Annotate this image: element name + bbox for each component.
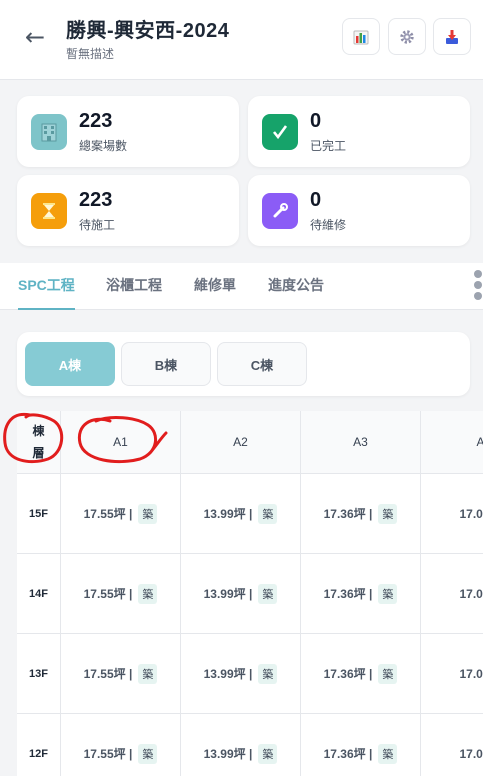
status-badge: 築 xyxy=(138,503,158,524)
unit-area: 17.55坪 | xyxy=(83,747,133,761)
building-button-a[interactable]: A棟 xyxy=(25,342,115,386)
gear-icon xyxy=(400,29,414,44)
unit-cell[interactable]: 13.99坪 | 築 xyxy=(181,634,301,713)
hourglass-icon xyxy=(31,193,67,229)
stat-card-total: 223 總案場數 xyxy=(17,96,239,167)
unit-area: 17.55坪 | xyxy=(83,507,133,521)
status-badge: 築 xyxy=(258,663,278,684)
stat-label: 總案場數 xyxy=(79,139,128,153)
page-subtitle: 暫無描述 xyxy=(66,47,115,61)
unit-cell[interactable]: 17.55坪 | 築 xyxy=(61,714,181,776)
status-badge: 築 xyxy=(378,503,398,524)
floor-label: 13F xyxy=(17,634,61,713)
tab-scroll-indicator[interactable] xyxy=(472,268,483,308)
floor-label: 14F xyxy=(17,554,61,633)
stat-value: 0 xyxy=(310,110,322,132)
tab-bar: SPC工程 浴櫃工程 維修單 進度公告 xyxy=(0,263,483,310)
back-arrow-icon[interactable]: ← xyxy=(22,22,48,52)
floor-header: 棟 層 xyxy=(17,411,61,473)
unit-cell[interactable]: 17.07坪 xyxy=(421,634,483,713)
floor-label: 12F xyxy=(17,714,61,776)
unit-area: 17.36坪 | xyxy=(323,667,373,681)
column-header: A2 xyxy=(181,411,301,473)
page-header: ← 勝興-興安西-2024 暫無描述 xyxy=(0,0,483,80)
unit-area: 17.36坪 | xyxy=(323,587,373,601)
unit-area: 13.99坪 | xyxy=(203,507,253,521)
stat-card-pending: 223 待施工 xyxy=(17,175,239,246)
tab-repair-orders[interactable]: 維修單 xyxy=(194,263,236,308)
status-badge: 築 xyxy=(138,743,158,764)
unit-cell[interactable]: 17.36坪 | 築 xyxy=(301,474,421,553)
chart-button[interactable] xyxy=(342,18,380,55)
unit-table: 棟 層 A1 A2 A3 A 15F 17.55坪 | 築 13.99坪 | 築 1… xyxy=(17,411,483,776)
unit-cell[interactable]: 17.55坪 | 築 xyxy=(61,554,181,633)
status-badge: 築 xyxy=(138,583,158,604)
tab-bathroom-cabinet[interactable]: 浴櫃工程 xyxy=(106,263,162,308)
tab-spc[interactable]: SPC工程 xyxy=(18,263,75,310)
stat-value: 223 xyxy=(79,189,113,211)
status-badge: 築 xyxy=(258,743,278,764)
status-badge: 築 xyxy=(258,583,278,604)
unit-area: 17.07坪 xyxy=(459,667,483,681)
floor-header-line1: 棟 xyxy=(32,424,45,438)
unit-area: 17.07坪 xyxy=(459,507,483,521)
unit-cell[interactable]: 17.07坪 xyxy=(421,474,483,553)
unit-cell[interactable]: 13.99坪 | 築 xyxy=(181,714,301,776)
table-row: 15F 17.55坪 | 築 13.99坪 | 築 17.36坪 | 築 17.07坪 xyxy=(17,474,483,554)
column-header: A3 xyxy=(301,411,421,473)
unit-area: 13.99坪 | xyxy=(203,747,253,761)
unit-cell[interactable]: 17.07坪 xyxy=(421,554,483,633)
unit-cell[interactable]: 17.36坪 | 築 xyxy=(301,714,421,776)
stat-label: 待維修 xyxy=(310,218,347,232)
stat-value: 223 xyxy=(79,110,113,132)
stat-value: 0 xyxy=(310,189,322,211)
status-badge: 築 xyxy=(378,743,398,764)
stat-label: 已完工 xyxy=(310,139,347,153)
table-header-row: 棟 層 A1 A2 A3 A xyxy=(17,411,483,474)
unit-area: 17.07坪 xyxy=(459,587,483,601)
unit-cell[interactable]: 17.55坪 | 築 xyxy=(61,634,181,713)
status-badge: 築 xyxy=(378,583,398,604)
unit-area: 17.36坪 | xyxy=(323,747,373,761)
stat-card-completed: 0 已完工 xyxy=(248,96,470,167)
unit-area: 17.55坪 | xyxy=(83,587,133,601)
stat-card-repair: 0 待維修 xyxy=(248,175,470,246)
bar-chart-icon xyxy=(353,30,369,44)
table-row: 12F 17.55坪 | 築 13.99坪 | 築 17.36坪 | 築 17.07坪 xyxy=(17,714,483,776)
floor-label: 15F xyxy=(17,474,61,553)
building-icon xyxy=(31,114,67,150)
floor-header-line2: 層 xyxy=(32,446,45,460)
unit-cell[interactable]: 17.36坪 | 築 xyxy=(301,554,421,633)
download-button[interactable] xyxy=(433,18,471,55)
column-header: A1 xyxy=(61,411,181,473)
status-badge: 築 xyxy=(378,663,398,684)
unit-cell[interactable]: 17.07坪 xyxy=(421,714,483,776)
status-badge: 築 xyxy=(258,503,278,524)
unit-cell[interactable]: 17.55坪 | 築 xyxy=(61,474,181,553)
building-button-c[interactable]: C棟 xyxy=(217,342,307,386)
download-icon xyxy=(446,29,458,44)
column-header: A xyxy=(421,411,483,473)
unit-cell[interactable]: 17.36坪 | 築 xyxy=(301,634,421,713)
building-button-b[interactable]: B棟 xyxy=(121,342,211,386)
check-icon xyxy=(262,114,298,150)
stat-label: 待施工 xyxy=(79,218,116,232)
page-title: 勝興-興安西-2024 xyxy=(66,20,230,42)
unit-cell[interactable]: 13.99坪 | 築 xyxy=(181,474,301,553)
building-selector: A棟 B棟 C棟 xyxy=(17,332,470,396)
unit-area: 13.99坪 | xyxy=(203,667,253,681)
table-row: 14F 17.55坪 | 築 13.99坪 | 築 17.36坪 | 築 17.07坪 xyxy=(17,554,483,634)
unit-area: 17.36坪 | xyxy=(323,507,373,521)
tab-progress-announcement[interactable]: 進度公告 xyxy=(268,263,324,308)
status-badge: 築 xyxy=(138,663,158,684)
settings-button[interactable] xyxy=(388,18,426,55)
unit-area: 17.55坪 | xyxy=(83,667,133,681)
table-row: 13F 17.55坪 | 築 13.99坪 | 築 17.36坪 | 築 17.07坪 xyxy=(17,634,483,714)
unit-cell[interactable]: 13.99坪 | 築 xyxy=(181,554,301,633)
unit-area: 13.99坪 | xyxy=(203,587,253,601)
unit-area: 17.07坪 xyxy=(459,747,483,761)
wrench-icon xyxy=(262,193,298,229)
